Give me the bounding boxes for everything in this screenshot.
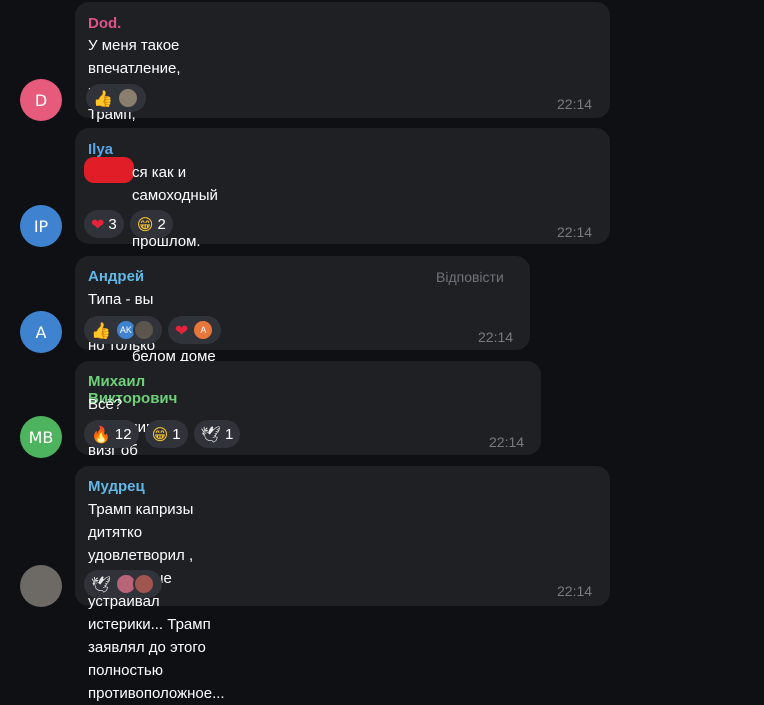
reactions: 🔥 12 😁 1 🕊 1 xyxy=(84,420,241,448)
message-text: Трамп капризы дитятко удовлетворил , что… xyxy=(88,501,225,702)
grinning-face-icon: 😁 xyxy=(151,424,169,444)
dove-icon: 🕊 xyxy=(200,424,221,444)
reaction-chip[interactable]: 👍 xyxy=(86,84,146,112)
reaction-count: 12 xyxy=(114,425,132,443)
reaction-chip[interactable]: ❤ A xyxy=(167,316,222,344)
avatar[interactable]: MB xyxy=(20,416,62,458)
reaction-chip[interactable]: 👍 AK xyxy=(84,316,162,344)
avatar[interactable] xyxy=(20,565,62,607)
timestamp: 22:14 xyxy=(489,434,525,450)
reactions: 👍 xyxy=(86,84,146,112)
reactions: 👍 AK ❤ A xyxy=(84,316,222,344)
redaction-mark xyxy=(84,157,134,183)
timestamp: 22:14 xyxy=(557,583,593,599)
reaction-chip[interactable]: 🔥 12 xyxy=(84,420,139,448)
avatar[interactable]: IP xyxy=(20,205,62,247)
reaction-chip[interactable]: 😁 2 xyxy=(129,210,173,238)
sender-name[interactable]: Андрей xyxy=(88,268,144,285)
fire-icon: 🔥 xyxy=(91,424,111,444)
avatar[interactable]: A xyxy=(20,311,62,353)
reactor-avatar: A xyxy=(192,319,215,341)
dove-icon: 🕊 xyxy=(91,574,112,594)
reaction-chip[interactable]: 🕊 xyxy=(84,570,163,598)
reactions: ❤ 3 😁 2 xyxy=(84,210,173,238)
grinning-face-icon: 😁 xyxy=(136,214,154,234)
reactor-avatar xyxy=(132,319,155,341)
timestamp: 22:14 xyxy=(557,224,593,240)
sender-name[interactable]: Мудрец xyxy=(88,478,145,495)
reaction-chip[interactable]: 🕊 1 xyxy=(193,420,241,448)
thumbs-up-icon: 👍 xyxy=(91,320,111,340)
heart-icon: ❤ xyxy=(91,214,105,234)
reaction-chip[interactable]: ❤ 3 xyxy=(84,210,124,238)
heart-icon: ❤ xyxy=(174,320,189,340)
reaction-count: 2 xyxy=(157,215,166,233)
reply-button[interactable]: Відповісти xyxy=(436,269,504,285)
timestamp: 22:14 xyxy=(478,329,514,345)
reaction-count: 1 xyxy=(172,425,181,443)
reactor-avatar xyxy=(133,573,156,595)
avatar[interactable]: D xyxy=(20,79,62,121)
sender-name[interactable]: Dod. xyxy=(88,15,121,32)
reactor-avatar xyxy=(116,87,139,109)
reactions: 🕊 xyxy=(84,570,163,598)
reaction-chip[interactable]: 😁 1 xyxy=(144,420,188,448)
thumbs-up-icon: 👍 xyxy=(93,88,113,108)
reaction-count: 1 xyxy=(224,425,234,443)
reaction-count: 3 xyxy=(108,215,117,233)
timestamp: 22:14 xyxy=(557,96,593,112)
